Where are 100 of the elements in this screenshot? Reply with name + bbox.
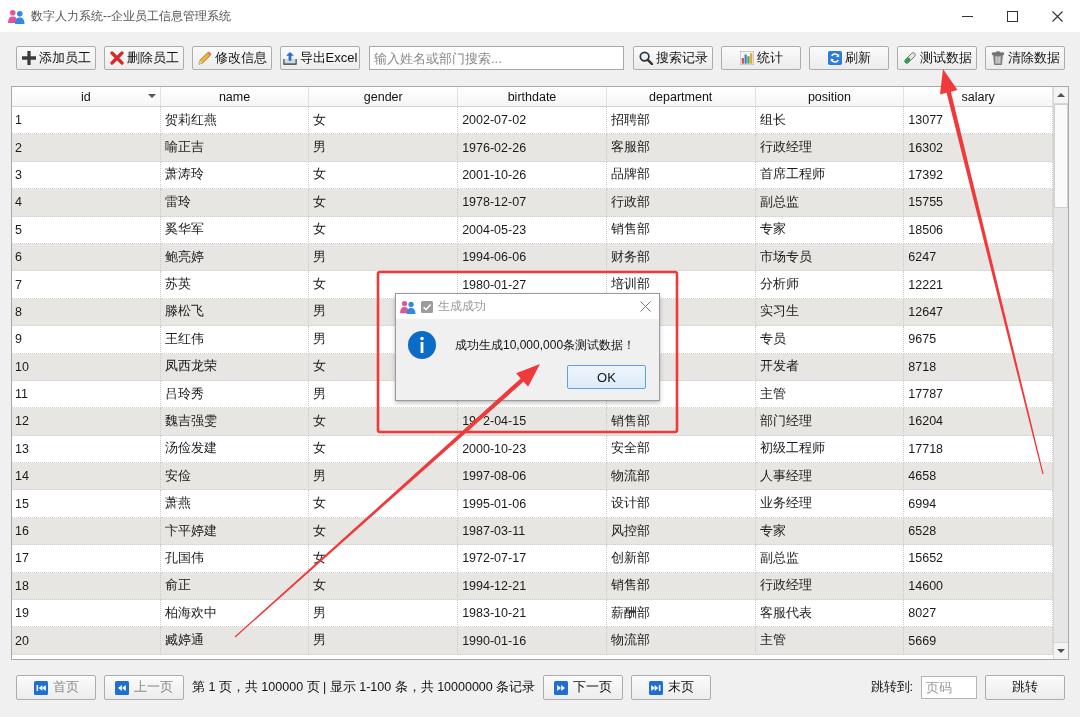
table-cell: 主管 — [755, 627, 905, 655]
table-cell: 销售部 — [606, 408, 756, 436]
table-cell: 12 — [12, 408, 161, 436]
table-cell: 专员 — [755, 326, 905, 354]
pencil-icon — [197, 51, 212, 65]
table-cell: 女 — [309, 216, 459, 244]
jump-label: 跳转到: — [870, 679, 913, 696]
plus-icon — [21, 51, 36, 65]
table-cell: 17 — [12, 545, 161, 573]
table-cell: 凤西龙荣 — [160, 353, 310, 381]
table-cell: 苏英 — [160, 271, 310, 299]
table-cell: 2 — [12, 134, 161, 162]
table-cell: 15 — [12, 490, 161, 518]
table-cell: 魏吉强雯 — [160, 408, 310, 436]
scroll-up-icon[interactable] — [1057, 93, 1065, 97]
x-mark-icon — [109, 51, 124, 65]
toolbar-button[interactable]: 清除数据 — [985, 46, 1065, 70]
table-cell: 1994-06-06 — [458, 243, 607, 272]
table-cell: 销售部 — [606, 216, 756, 244]
table-cell: 男 — [309, 627, 459, 655]
refresh-icon — [827, 51, 842, 65]
table-cell: 分析师 — [755, 271, 905, 299]
column-header[interactable]: id — [12, 87, 161, 106]
table-cell: 10 — [12, 353, 161, 381]
toolbar-button[interactable]: 导出Excel — [280, 46, 360, 70]
info-icon — [408, 331, 436, 359]
table-cell: 专家 — [755, 216, 905, 244]
table-cell: 副总监 — [755, 189, 905, 217]
table-cell: 客服部 — [606, 134, 756, 162]
table-cell: 王红伟 — [160, 326, 310, 354]
table-cell: 孔国伟 — [160, 545, 310, 573]
last-page-icon — [648, 680, 663, 695]
scroll-down-icon[interactable] — [1057, 649, 1065, 653]
table-cell: 5 — [12, 216, 161, 244]
close-icon — [1052, 10, 1063, 22]
toolbar-button[interactable]: 添加员工 — [16, 46, 96, 70]
table-cell: 6994 — [904, 490, 1053, 518]
table-cell: 4 — [12, 189, 161, 217]
maximize-icon — [1007, 10, 1018, 22]
table-cell: 雷玲 — [160, 189, 310, 217]
table-cell: 设计部 — [606, 490, 756, 518]
table-cell: 行政部 — [606, 189, 756, 217]
table-cell: 喻正吉 — [160, 134, 310, 162]
toolbar-button[interactable]: 修改信息 — [192, 46, 272, 70]
table-cell: 开发者 — [755, 353, 905, 381]
table-cell: 副总监 — [755, 545, 905, 573]
column-header[interactable]: birthdate — [458, 87, 607, 106]
page-info: 第 1 页，共 100000 页 | 显示 1-100 条，共 10000000 条记录 — [192, 679, 536, 696]
sort-descending-icon — [147, 94, 156, 98]
bar-chart-icon — [739, 51, 754, 65]
close-icon[interactable] — [640, 301, 651, 312]
column-header[interactable]: department — [606, 87, 756, 106]
table-cell: 15652 — [904, 545, 1053, 573]
jump-button[interactable]: 跳转 — [985, 675, 1065, 700]
table-cell: 业务经理 — [755, 490, 905, 518]
page-number-field[interactable]: 页码 — [921, 676, 977, 699]
window-title: 数字人力系统--企业员工信息管理系统 — [31, 7, 231, 25]
toolbar-button[interactable]: 刷新 — [809, 46, 889, 70]
upload-tray-icon — [282, 51, 297, 65]
check-square-icon — [421, 300, 433, 313]
toolbar-button[interactable]: 搜索记录 — [633, 46, 713, 70]
vertical-scrollbar[interactable] — [1053, 87, 1068, 659]
scrollbar-thumb[interactable] — [1054, 104, 1068, 208]
table-cell: 5669 — [904, 627, 1053, 655]
toolbar-button[interactable]: 统计 — [721, 46, 801, 70]
table-cell: 创新部 — [606, 545, 756, 573]
table-cell: 部门经理 — [755, 408, 905, 436]
table-cell: 奚华军 — [160, 216, 310, 244]
table-cell: 萧燕 — [160, 490, 310, 518]
pagination-button[interactable]: 下一页 — [543, 675, 624, 700]
search-field[interactable]: 输入姓名或部门搜索... — [369, 46, 624, 70]
table-cell: 7 — [12, 271, 161, 299]
table-cell: 2004-05-23 — [458, 216, 607, 244]
table-cell: 行政经理 — [755, 134, 905, 162]
trash-icon — [990, 51, 1005, 65]
table-cell: 男 — [309, 134, 459, 162]
column-header[interactable]: gender — [309, 87, 459, 106]
table-cell: 物流部 — [606, 627, 756, 655]
ok-button[interactable]: OK — [567, 365, 646, 389]
table-cell: 1976-02-26 — [458, 134, 607, 162]
table-cell: 1972-07-17 — [458, 545, 607, 573]
people-icon — [400, 299, 416, 314]
pagination-button[interactable]: 末页 — [631, 675, 712, 700]
toolbar-button[interactable]: 测试数据 — [897, 46, 977, 70]
minimize-icon — [962, 15, 973, 17]
table-cell: 1995-01-06 — [458, 490, 607, 518]
table-cell: 1978-12-07 — [458, 189, 607, 217]
column-header[interactable]: name — [160, 87, 310, 106]
table-cell: 20 — [12, 627, 161, 655]
first-page-icon — [33, 680, 48, 695]
table-cell: 女 — [309, 408, 459, 436]
table-cell: 1990-01-16 — [458, 627, 607, 655]
search-icon — [638, 51, 653, 65]
next-page-icon — [554, 680, 569, 695]
previous-page-icon — [115, 680, 129, 695]
people-icon — [8, 8, 25, 24]
table-cell: 女 — [309, 189, 459, 217]
column-header[interactable]: position — [755, 87, 905, 106]
toolbar-button[interactable]: 删除员工 — [104, 46, 184, 70]
table-cell: 9 — [12, 326, 161, 354]
